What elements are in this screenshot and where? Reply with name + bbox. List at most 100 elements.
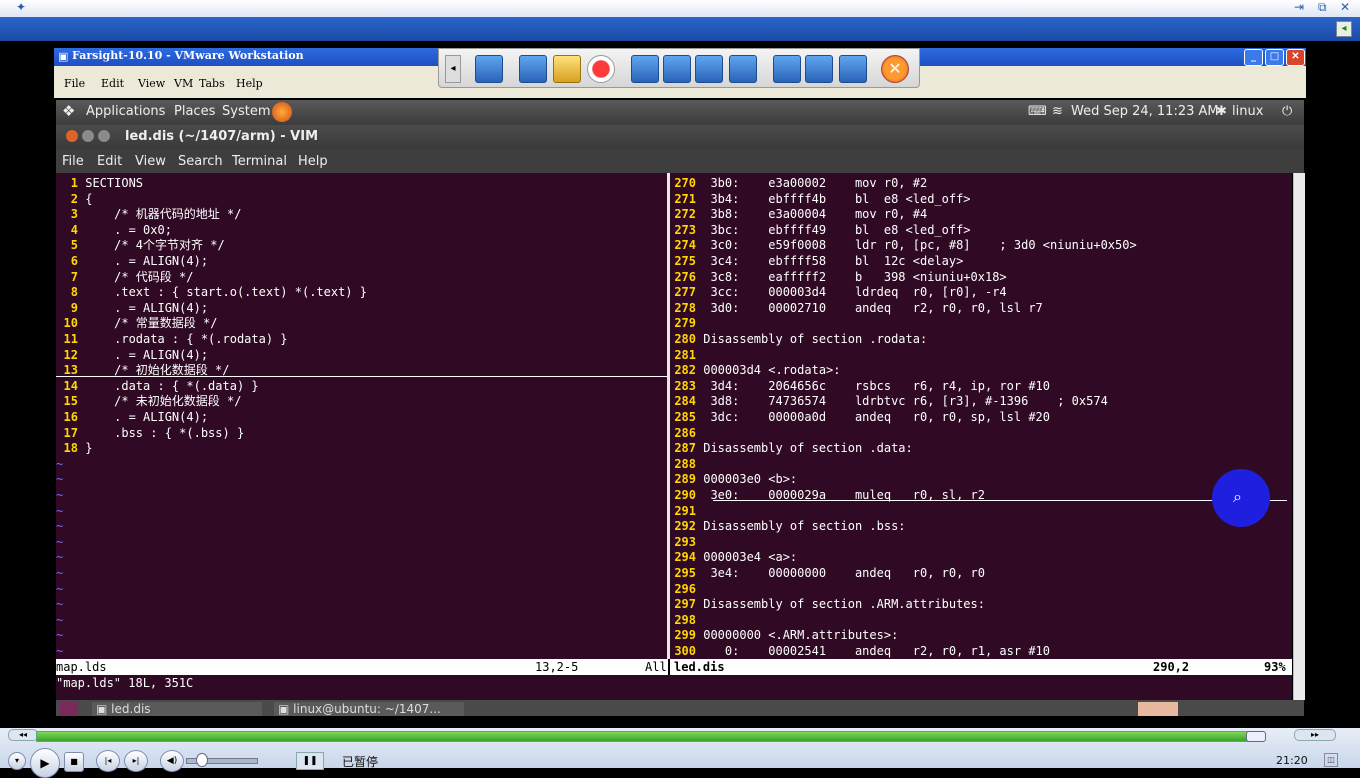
disassembly-line[interactable]: 275 3c4: ebffff58 bl 12c <delay> (670, 254, 963, 270)
disassembly-line[interactable]: 290 3e0: 0000029a muleq r0, sl, r2 (670, 488, 985, 504)
right-pane-led-dis[interactable]: 270 3b0: e3a00002 mov r0, #2 271 3b4: ebf… (670, 173, 1292, 659)
code-line[interactable]: 9 . = ALIGN(4); (56, 301, 208, 317)
menu-file[interactable]: File (64, 77, 85, 90)
keyboard-icon[interactable]: ⌨ (1028, 104, 1047, 119)
seek-bar[interactable] (36, 731, 1252, 742)
terminal-menu-view[interactable]: View (135, 154, 166, 169)
volume-slider-thumb[interactable] (196, 753, 208, 767)
code-line[interactable]: 6 . = ALIGN(4); (56, 254, 208, 270)
code-line[interactable]: 17 .bss : { *(.bss) } (56, 426, 245, 442)
minimize-button[interactable]: _ (1244, 49, 1263, 66)
shutdown-icon[interactable]: ⏻ (1282, 104, 1292, 119)
window-minimize-icon[interactable] (82, 130, 94, 142)
window-close-icon[interactable] (66, 130, 78, 142)
disassembly-line[interactable]: 299 00000000 <.ARM.attributes>: (670, 628, 898, 644)
restore-button[interactable]: ⧉ (1318, 0, 1327, 15)
terminal-menu-file[interactable]: File (62, 154, 84, 169)
pin-button[interactable]: ⇥ (1294, 0, 1304, 14)
code-line[interactable]: 11 .rodata : { *(.rodata) } (56, 332, 288, 348)
disassembly-line[interactable]: 296 (670, 582, 703, 598)
disassembly-line[interactable]: 274 3c0: e59f0008 ldr r0, [pc, #8] ; 3d0… (670, 238, 1136, 254)
network-icon[interactable]: ≋ (1052, 104, 1063, 119)
disassembly-line[interactable]: 288 (670, 457, 703, 473)
applications-menu[interactable]: Applications (86, 104, 165, 119)
vertical-split-divider[interactable] (667, 173, 670, 659)
seek-thumb[interactable] (1246, 731, 1266, 742)
volume-icon[interactable]: ◀) (160, 750, 184, 772)
code-line[interactable]: 8 .text : { start.o(.text) *(.text) } (56, 285, 367, 301)
window-maximize-icon[interactable] (98, 130, 110, 142)
disassembly-line[interactable]: 283 3d4: 2064656c rsbcs r6, r4, ip, ror … (670, 379, 1050, 395)
suspend-icon[interactable] (519, 55, 547, 83)
quick-switch-icon[interactable] (773, 55, 801, 83)
taskbar-item-terminal[interactable]: ▣ linux@ubuntu: ~/1407... (274, 702, 464, 716)
seek-forward-icon[interactable]: ▸▸ (1294, 729, 1336, 741)
console-icon[interactable] (839, 55, 867, 83)
close-toolbar-icon[interactable]: ✕ (881, 55, 909, 83)
disassembly-line[interactable]: 297 Disassembly of section .ARM.attribut… (670, 597, 985, 613)
unity-icon[interactable] (805, 55, 833, 83)
disassembly-line[interactable]: 285 3dc: 00000a0d andeq r0, r0, sp, lsl … (670, 410, 1050, 426)
maximize-button[interactable]: □ (1265, 49, 1284, 66)
code-line[interactable]: 2 { (56, 192, 93, 208)
code-line[interactable]: 3 /* 机器代码的地址 */ (56, 207, 242, 223)
disassembly-line[interactable]: 292 Disassembly of section .bss: (670, 519, 905, 535)
toolbar-toggle-icon[interactable]: ◂ (445, 55, 461, 83)
previous-button[interactable]: |◂ (96, 750, 120, 772)
menu-view[interactable]: View (138, 77, 165, 90)
menu-vm[interactable]: VM (174, 77, 193, 90)
disassembly-line[interactable]: 300 0: 00002541 andeq r2, r0, r1, asr #1… (670, 644, 1050, 659)
disassembly-line[interactable]: 273 3bc: ebffff49 bl e8 <led_off> (670, 223, 970, 239)
menu-tabs[interactable]: Tabs (199, 77, 225, 90)
menu-edit[interactable]: Edit (101, 77, 124, 90)
left-pane-map-lds[interactable]: 1 SECTIONS 2 {3 /* 机器代码的地址 */4 . = 0x0; 5 … (56, 173, 668, 659)
vim-editor[interactable]: 1 SECTIONS 2 {3 /* 机器代码的地址 */4 . = 0x0; 5 … (56, 173, 1292, 659)
code-line[interactable]: 4 . = 0x0; (56, 223, 172, 239)
code-line[interactable]: 5 /* 4个字节对齐 */ (56, 238, 225, 254)
code-line[interactable]: 18 } (56, 441, 93, 457)
disassembly-line[interactable]: 284 3d8: 74736574 ldrbtvc r6, [r3], #-13… (670, 394, 1108, 410)
disassembly-line[interactable]: 280 Disassembly of section .rodata: (670, 332, 927, 348)
disassembly-line[interactable]: 293 (670, 535, 703, 551)
disassembly-line[interactable]: 271 3b4: ebffff4b bl e8 <led_off> (670, 192, 970, 208)
places-menu[interactable]: Places (174, 104, 215, 119)
pencil-icon[interactable] (553, 55, 581, 83)
disassembly-line[interactable]: 270 3b0: e3a00002 mov r0, #2 (670, 176, 927, 192)
code-line[interactable]: 10 /* 常量数据段 */ (56, 316, 218, 332)
terminal-menu-terminal[interactable]: Terminal (232, 154, 287, 169)
disassembly-line[interactable]: 294 000003e4 <a>: (670, 550, 797, 566)
system-menu[interactable]: System (222, 104, 270, 119)
disassembly-line[interactable]: 286 (670, 426, 703, 442)
disassembly-line[interactable]: 277 3cc: 000003d4 ldrdeq r0, [r0], -r4 (670, 285, 1006, 301)
user-menu[interactable]: linux (1232, 104, 1263, 119)
disassembly-line[interactable]: 291 (670, 504, 703, 520)
disassembly-line[interactable]: 276 3c8: eafffff2 b 398 <niuniu+0x18> (670, 270, 1006, 286)
disassembly-line[interactable]: 281 (670, 348, 703, 364)
disassembly-line[interactable]: 295 3e4: 00000000 andeq r0, r0, r0 (670, 566, 985, 582)
record-icon[interactable] (587, 55, 615, 83)
disassembly-line[interactable]: 278 3d0: 00002710 andeq r2, r0, r0, lsl … (670, 301, 1042, 317)
snapshot-icon[interactable] (631, 55, 659, 83)
workspace-switcher[interactable] (1138, 702, 1178, 716)
vm-close-button[interactable]: ✕ (1286, 49, 1305, 66)
taskbar-item-led-dis[interactable]: ▣ led.dis (92, 702, 262, 716)
terminal-menu-help[interactable]: Help (298, 154, 328, 169)
disassembly-line[interactable]: 279 (670, 316, 703, 332)
disassembly-line[interactable]: 287 Disassembly of section .data: (670, 441, 912, 457)
code-line[interactable]: 7 /* 代码段 */ (56, 270, 194, 286)
stop-button[interactable]: ■ (64, 752, 84, 772)
disassembly-line[interactable]: 282 000003d4 <.rodata>: (670, 363, 840, 379)
disassembly-line[interactable]: 289 000003e0 <b>: (670, 472, 797, 488)
power-off-icon[interactable] (475, 55, 503, 83)
code-line[interactable]: 14 .data : { *(.data) } (56, 379, 259, 395)
close-button[interactable]: ✕ (1340, 0, 1350, 14)
menu-help[interactable]: Help (236, 77, 263, 90)
manage-snapshot-icon[interactable] (695, 55, 723, 83)
code-line[interactable]: 15 /* 未初始化数据段 */ (56, 394, 242, 410)
terminal-menu-search[interactable]: Search (178, 154, 223, 169)
switch-view-icon[interactable]: ◫ (1324, 753, 1338, 767)
vim-command-line[interactable]: "map.lds" 18L, 351C (56, 675, 1292, 700)
mini-mode-icon[interactable]: ◂ (1336, 21, 1352, 37)
fullscreen-icon[interactable] (729, 55, 757, 83)
menu-dropdown-icon[interactable]: ▾ (8, 752, 26, 770)
